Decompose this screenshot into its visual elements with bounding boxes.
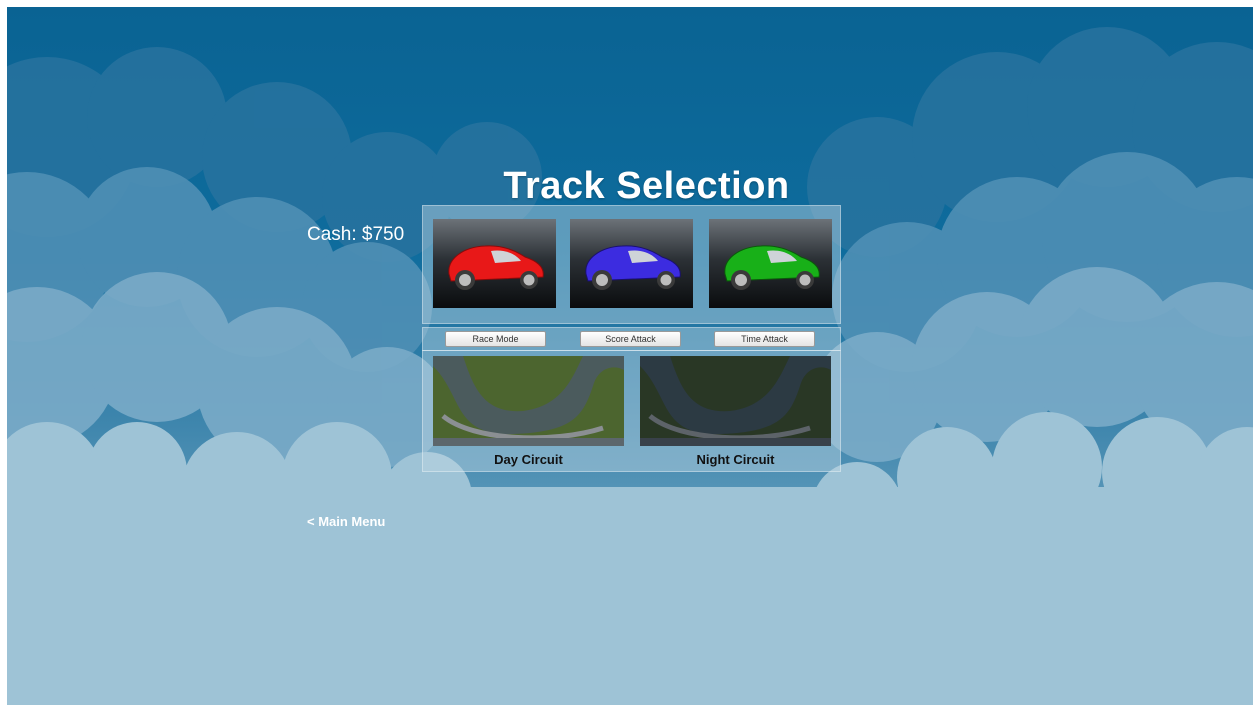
race-mode-button[interactable]: Race Mode [445,331,546,347]
green-car-icon [724,245,820,290]
track-selection-panel: Day Circuit Night Circuit [422,350,841,472]
track-option-night[interactable]: Night Circuit [640,356,831,467]
red-car-icon [448,245,544,290]
day-track-thumbnail [433,356,624,446]
time-attack-button[interactable]: Time Attack [714,331,815,347]
car-option-red[interactable] [433,219,556,308]
page-title: Track Selection [503,165,790,207]
mode-selection-bar: Race Mode Score Attack Time Attack [422,327,841,351]
car-option-green[interactable] [709,219,832,308]
cash-display: Cash: $750 [307,224,405,245]
game-screen: Track Selection Cash: $750 Race Mode Sco… [7,7,1253,705]
car-selection-panel [422,205,841,324]
main-menu-link[interactable]: < Main Menu [307,514,385,529]
blue-car-icon [585,245,681,290]
car-option-blue[interactable] [570,219,693,308]
track-label: Day Circuit [494,452,563,467]
night-track-thumbnail [640,356,831,446]
score-attack-button[interactable]: Score Attack [580,331,681,347]
track-option-day[interactable]: Day Circuit [433,356,624,467]
track-label: Night Circuit [696,452,775,467]
